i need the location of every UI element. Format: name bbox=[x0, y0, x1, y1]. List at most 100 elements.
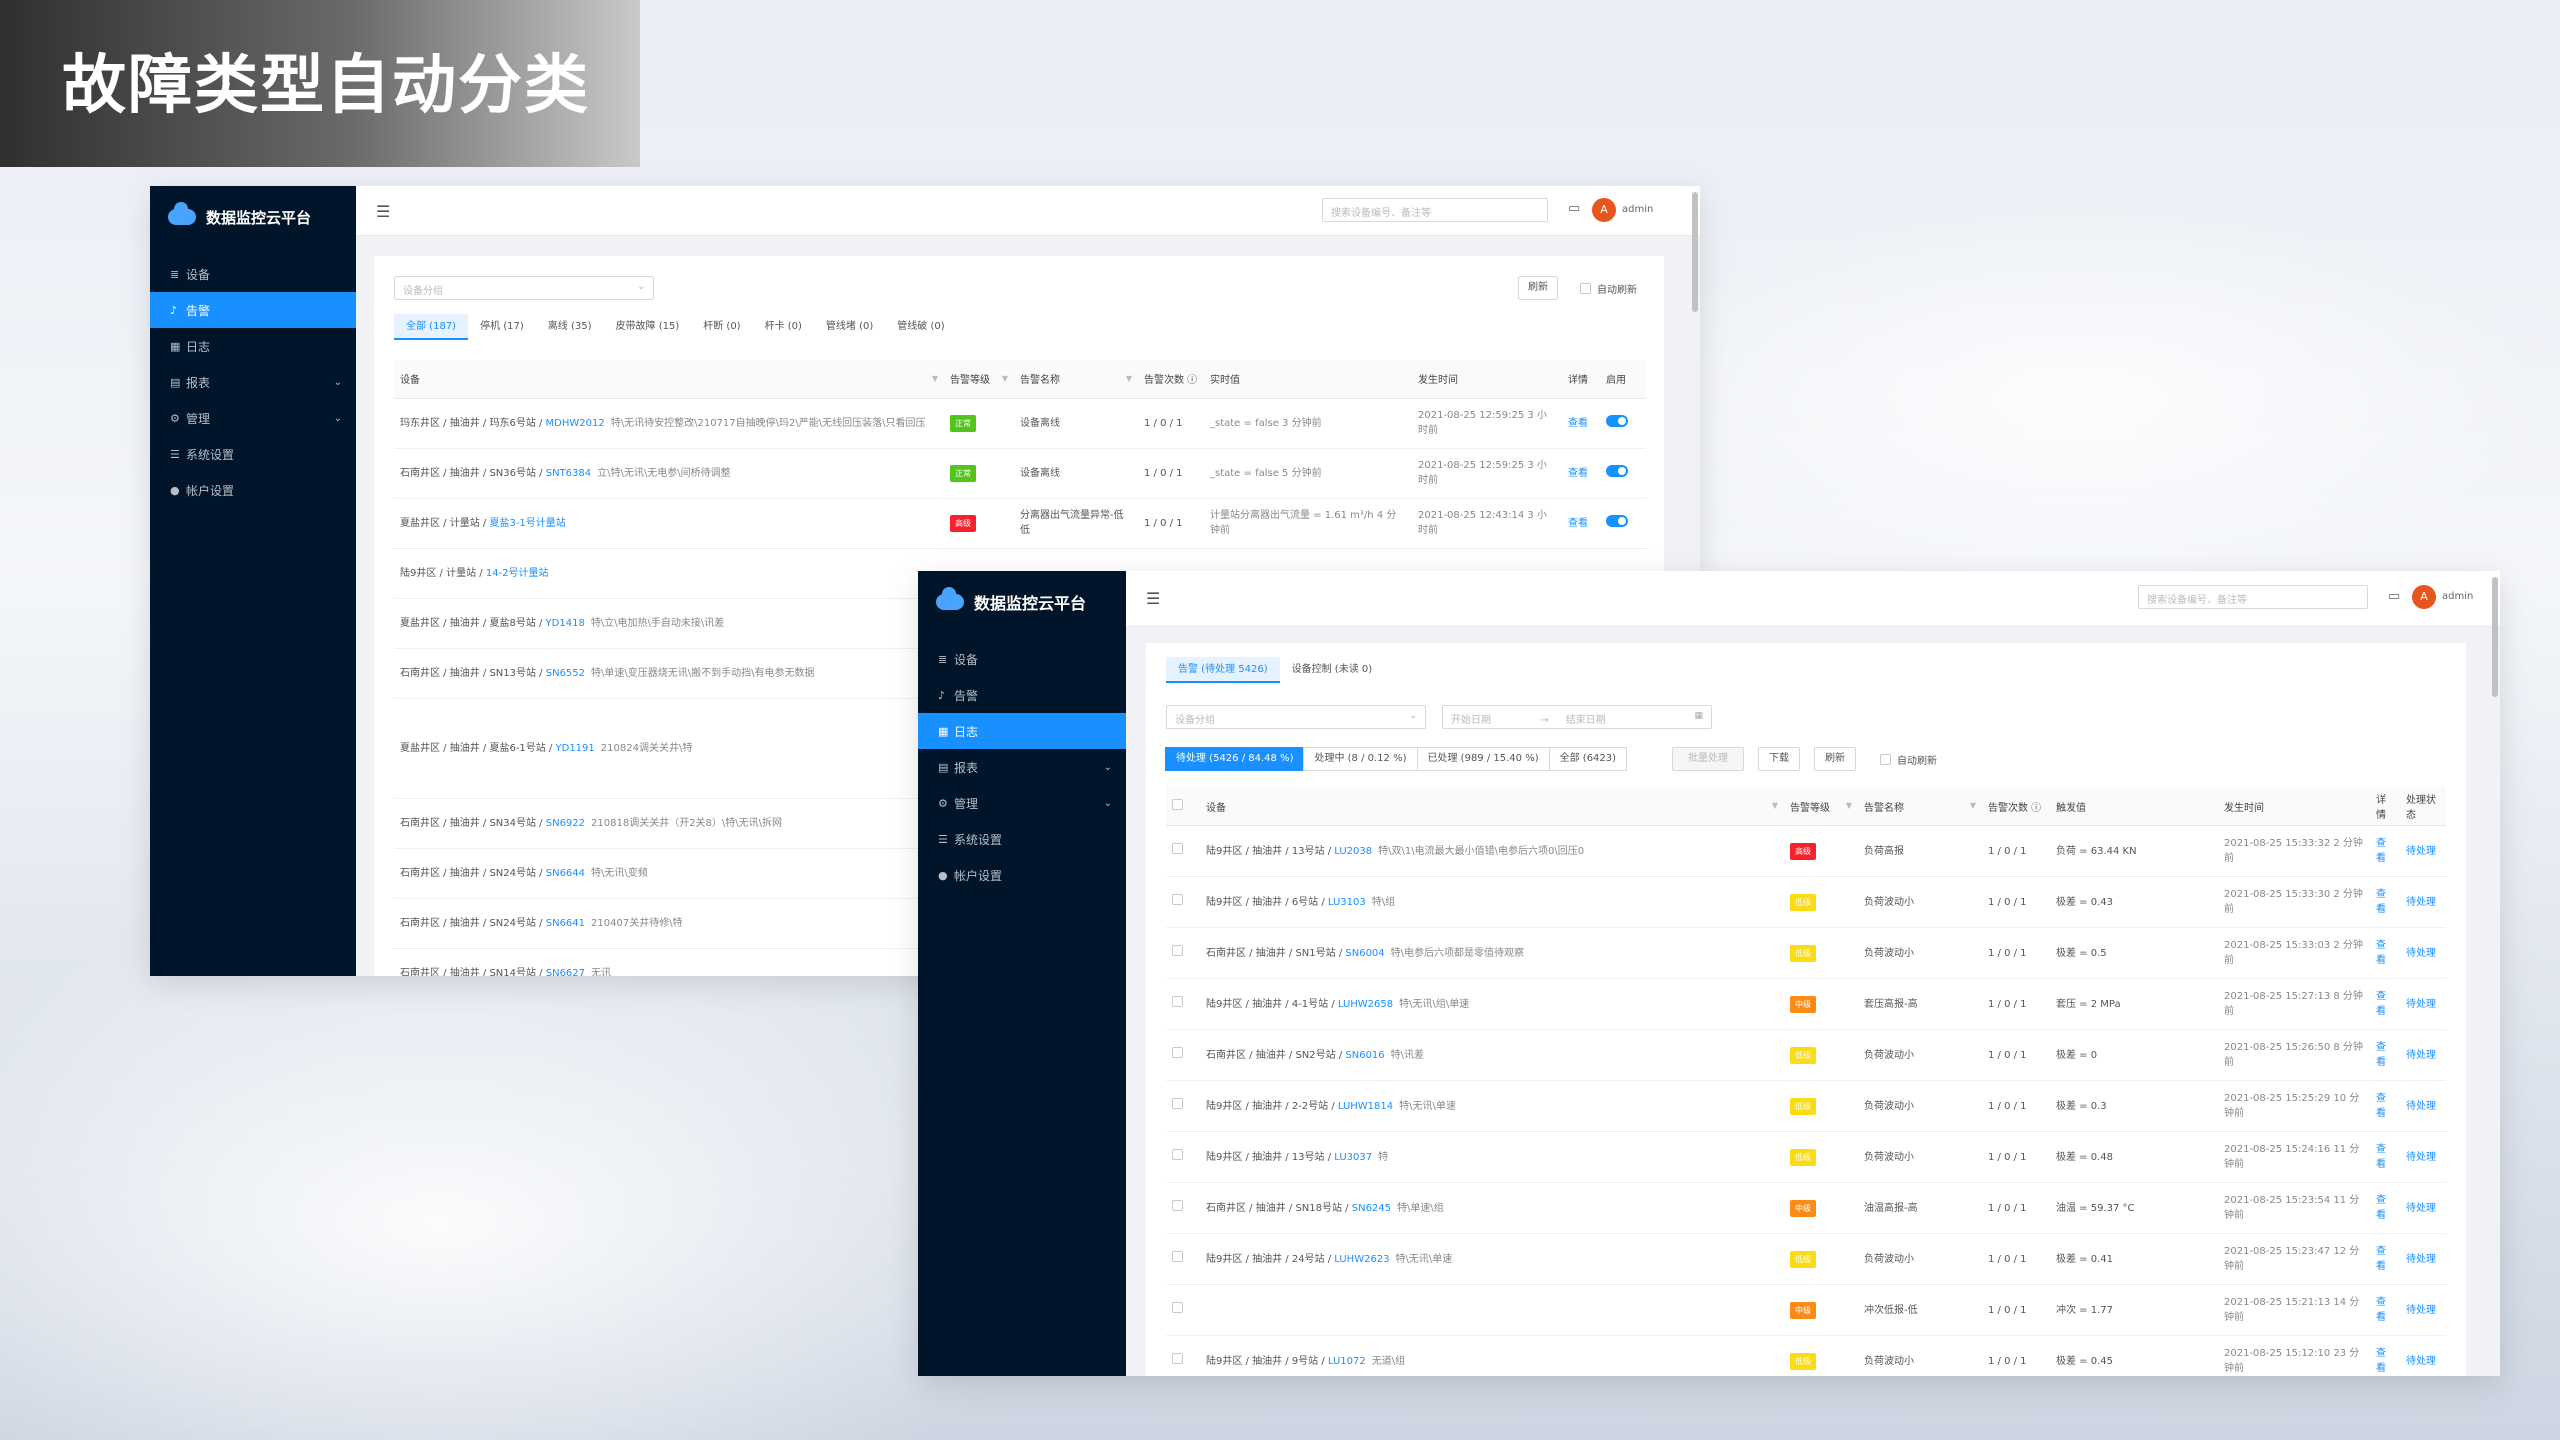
device-code-link[interactable]: SN6641 bbox=[546, 918, 585, 929]
detail-link[interactable]: 查看 bbox=[2370, 1284, 2400, 1336]
filter-icon[interactable]: ▼ bbox=[1772, 801, 1778, 810]
device-group-select[interactable]: 设备分组 ⌄ bbox=[394, 276, 654, 300]
sidebar-item-0[interactable]: ≣ 设备 bbox=[918, 641, 1126, 677]
device-code-link[interactable]: SN6004 bbox=[1345, 948, 1384, 959]
device-code-link[interactable]: SN6552 bbox=[546, 668, 585, 679]
scrollbar[interactable] bbox=[1692, 192, 1698, 312]
tab-6[interactable]: 管线堵 (0) bbox=[814, 314, 885, 340]
brand[interactable]: 数据监控云平台 bbox=[150, 186, 356, 248]
status-link[interactable]: 待处理 bbox=[2400, 825, 2446, 877]
detail-link[interactable]: 查看 bbox=[2370, 1080, 2400, 1132]
device-code-link[interactable]: SN6016 bbox=[1345, 1050, 1384, 1061]
sidebar-item-2[interactable]: ▦ 日志 bbox=[918, 713, 1126, 749]
device-code-link[interactable]: YD1191 bbox=[556, 743, 595, 754]
monitor-icon[interactable]: ▭ bbox=[1568, 201, 1580, 216]
brand[interactable]: 数据监控云平台 bbox=[918, 571, 1126, 633]
row-checkbox[interactable] bbox=[1172, 1047, 1183, 1058]
filter-icon[interactable]: ▼ bbox=[1970, 801, 1976, 810]
sidebar-item-3[interactable]: ▤ 报表 ⌄ bbox=[150, 364, 356, 400]
monitor-icon[interactable]: ▭ bbox=[2388, 589, 2400, 604]
detail-link[interactable]: 查看 bbox=[1562, 398, 1600, 449]
detail-link[interactable]: 查看 bbox=[2370, 927, 2400, 979]
search-input[interactable]: 搜索设备编号、备注等 bbox=[2138, 585, 2368, 609]
detail-link[interactable]: 查看 bbox=[2370, 876, 2400, 928]
status-link[interactable]: 待处理 bbox=[2400, 1131, 2446, 1183]
row-checkbox[interactable] bbox=[1172, 996, 1183, 1007]
device-code-link[interactable]: LU3103 bbox=[1328, 897, 1366, 908]
sidebar-item-1[interactable]: ♪ 告警 bbox=[918, 677, 1126, 713]
status-link[interactable]: 待处理 bbox=[2400, 876, 2446, 928]
detail-link[interactable]: 查看 bbox=[2370, 1233, 2400, 1285]
enable-toggle[interactable] bbox=[1606, 514, 1628, 527]
download-button[interactable]: 下载 bbox=[1758, 747, 1800, 771]
device-code-link[interactable]: SN6644 bbox=[546, 868, 585, 879]
detail-link[interactable]: 查看 bbox=[1562, 498, 1600, 549]
sidebar-item-5[interactable]: ☰ 系统设置 bbox=[150, 436, 356, 472]
sidebar-item-1[interactable]: ♪ 告警 bbox=[150, 292, 356, 328]
status-link[interactable]: 待处理 bbox=[2400, 1284, 2446, 1336]
status-link[interactable]: 待处理 bbox=[2400, 1233, 2446, 1285]
avatar[interactable]: A bbox=[1592, 198, 1616, 222]
detail-link[interactable]: 查看 bbox=[2370, 978, 2400, 1030]
sidebar-item-4[interactable]: ⚙ 管理 ⌄ bbox=[918, 785, 1126, 821]
sidebar-item-6[interactable]: ● 帐户设置 bbox=[150, 472, 356, 508]
device-code-link[interactable]: SNT6384 bbox=[546, 468, 591, 479]
sidebar-item-6[interactable]: ● 帐户设置 bbox=[918, 857, 1126, 893]
username[interactable]: admin bbox=[1622, 204, 1653, 215]
sidebar-item-3[interactable]: ▤ 报表 ⌄ bbox=[918, 749, 1126, 785]
filter-icon[interactable]: ▼ bbox=[932, 374, 938, 383]
row-checkbox[interactable] bbox=[1172, 894, 1183, 905]
sidebar-item-0[interactable]: ≣ 设备 bbox=[150, 256, 356, 292]
status-link[interactable]: 待处理 bbox=[2400, 1029, 2446, 1081]
scrollbar[interactable] bbox=[2492, 577, 2498, 697]
detail-link[interactable]: 查看 bbox=[1562, 448, 1600, 499]
device-code-link[interactable]: SN6922 bbox=[546, 818, 585, 829]
detail-link[interactable]: 查看 bbox=[2370, 1029, 2400, 1081]
menu-fold-icon[interactable]: ☰ bbox=[1146, 589, 1160, 608]
status-link[interactable]: 待处理 bbox=[2400, 927, 2446, 979]
enable-toggle[interactable] bbox=[1606, 414, 1628, 427]
device-code-link[interactable]: 夏盐3-1号计量站 bbox=[489, 518, 565, 529]
status-link[interactable]: 待处理 bbox=[2400, 1335, 2446, 1376]
detail-link[interactable]: 查看 bbox=[2370, 1182, 2400, 1234]
filter-icon[interactable]: ▼ bbox=[1002, 374, 1008, 383]
device-code-link[interactable]: LU3037 bbox=[1334, 1152, 1372, 1163]
status-link[interactable]: 待处理 bbox=[2400, 1080, 2446, 1132]
status-filter-2[interactable]: 已处理 (989 / 15.40 %) bbox=[1416, 747, 1550, 771]
filter-icon[interactable]: ▼ bbox=[1126, 374, 1132, 383]
sidebar-item-4[interactable]: ⚙ 管理 ⌄ bbox=[150, 400, 356, 436]
row-checkbox[interactable] bbox=[1172, 1353, 1183, 1364]
tab-3[interactable]: 皮带故障 (15) bbox=[604, 314, 692, 340]
device-code-link[interactable]: LUHW1814 bbox=[1338, 1101, 1393, 1112]
tab-1[interactable]: 停机 (17) bbox=[468, 314, 536, 340]
tab-0[interactable]: 告警 (待处理 5426) bbox=[1166, 657, 1280, 683]
row-checkbox[interactable] bbox=[1172, 1098, 1183, 1109]
tab-7[interactable]: 管线破 (0) bbox=[885, 314, 956, 340]
device-code-link[interactable]: YD1418 bbox=[546, 618, 585, 629]
row-checkbox[interactable] bbox=[1172, 945, 1183, 956]
row-checkbox[interactable] bbox=[1172, 1149, 1183, 1160]
device-code-link[interactable]: MDHW2012 bbox=[546, 418, 605, 429]
username[interactable]: admin bbox=[2442, 591, 2473, 602]
device-code-link[interactable]: LU1072 bbox=[1328, 1356, 1366, 1367]
device-code-link[interactable]: 14-2号计量站 bbox=[486, 568, 549, 579]
detail-link[interactable]: 查看 bbox=[2370, 825, 2400, 877]
sidebar-item-2[interactable]: ▦ 日志 bbox=[150, 328, 356, 364]
date-range-picker[interactable]: 开始日期 → 结束日期 ▦ bbox=[1442, 705, 1712, 729]
avatar[interactable]: A bbox=[2412, 585, 2436, 609]
status-filter-0[interactable]: 待处理 (5426 / 84.48 %) bbox=[1165, 747, 1305, 771]
search-input[interactable]: 搜索设备编号、备注等 bbox=[1322, 198, 1548, 222]
refresh-button[interactable]: 刷新 bbox=[1814, 747, 1856, 771]
menu-fold-icon[interactable]: ☰ bbox=[376, 202, 390, 221]
tab-5[interactable]: 杆卡 (0) bbox=[753, 314, 814, 340]
detail-link[interactable]: 查看 bbox=[2370, 1131, 2400, 1183]
row-checkbox[interactable] bbox=[1172, 1251, 1183, 1262]
detail-link[interactable]: 查看 bbox=[2370, 1335, 2400, 1376]
sidebar-item-5[interactable]: ☰ 系统设置 bbox=[918, 821, 1126, 857]
auto-refresh-checkbox[interactable]: 自动刷新 bbox=[1880, 747, 1937, 771]
refresh-button[interactable]: 刷新 bbox=[1518, 276, 1558, 300]
status-filter-3[interactable]: 全部 (6423) bbox=[1548, 747, 1628, 771]
device-group-select[interactable]: 设备分组 ⌄ bbox=[1166, 705, 1426, 729]
tab-2[interactable]: 离线 (35) bbox=[536, 314, 604, 340]
row-checkbox[interactable] bbox=[1172, 843, 1183, 854]
